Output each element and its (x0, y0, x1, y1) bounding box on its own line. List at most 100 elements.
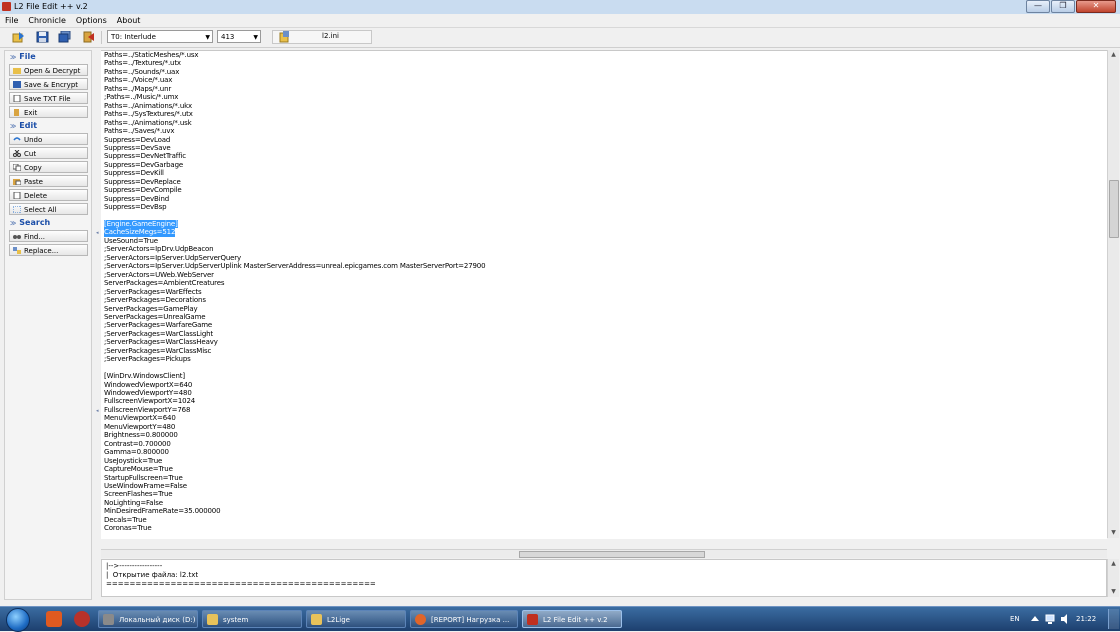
editor-horizontal-scrollbar[interactable] (101, 549, 1107, 558)
taskbar-item[interactable]: L2Lige (306, 610, 406, 628)
editor-line[interactable]: Paths=../Textures/*.utx (104, 59, 181, 67)
editor-line[interactable]: ;ServerPackages=WarClassMisc (104, 347, 211, 355)
close-button[interactable]: ✕ (1076, 0, 1116, 13)
text-editor[interactable] (101, 50, 1107, 539)
scroll-thumb[interactable] (1109, 180, 1119, 238)
editor-line[interactable]: Paths=../Saves/*.uvx (104, 127, 174, 135)
editor-line[interactable]: Suppress=DevCompile (104, 186, 182, 194)
scroll-down-icon[interactable]: ▼ (1108, 587, 1119, 597)
editor-line[interactable]: ;ServerPackages=WarfareGame (104, 321, 212, 329)
splitter-arrow-icon[interactable]: ◂ (96, 230, 100, 236)
editor-line[interactable]: Contrast=0.700000 (104, 440, 171, 448)
show-desktop-button[interactable] (1108, 609, 1119, 629)
editor-line[interactable]: Suppress=DevSave (104, 144, 171, 152)
editor-line[interactable]: WindowedViewportX=640 (104, 381, 192, 389)
search-section-header[interactable]: ≫ Search (5, 217, 91, 229)
quick-launch-icon[interactable] (74, 611, 90, 627)
editor-line[interactable]: UseSound=True (104, 237, 158, 245)
editor-line[interactable]: Paths=../Animations/*.usk (104, 119, 192, 127)
editor-line[interactable]: Paths=../StaticMeshes/*.usx (104, 51, 199, 59)
editor-line[interactable]: Gamma=0.800000 (104, 448, 169, 456)
language-indicator[interactable]: EN (1010, 607, 1020, 631)
editor-line[interactable]: Paths=../SysTextures/*.utx (104, 110, 193, 118)
editor-line[interactable]: ServerPackages=UnrealGame (104, 313, 206, 321)
quick-launch-icon[interactable] (46, 611, 62, 627)
paste-button[interactable]: Paste (9, 175, 88, 187)
clock[interactable]: 21:22 (1076, 607, 1096, 631)
editor-line[interactable]: ServerPackages=GamePlay (104, 305, 198, 313)
taskbar-item-active[interactable]: L2 File Edit ++ v.2 (522, 610, 622, 628)
editor-line[interactable]: ;ServerPackages=Pickups (104, 355, 191, 363)
editor-line[interactable]: FullscreenViewportX=1024 (104, 397, 195, 405)
editor-line[interactable]: Suppress=DevBsp (104, 203, 167, 211)
editor-line[interactable]: StartupFullscreen=True (104, 474, 183, 482)
editor-line[interactable]: Paths=../Maps/*.unr (104, 85, 171, 93)
editor-line[interactable]: Suppress=DevLoad (104, 136, 170, 144)
find-button[interactable]: Find... (9, 230, 88, 242)
scroll-up-icon[interactable]: ▲ (1108, 559, 1119, 569)
editor-line[interactable]: MenuViewportY=480 (104, 423, 175, 431)
scroll-down-icon[interactable]: ▼ (1108, 528, 1119, 538)
editor-line[interactable]: Paths=../Sounds/*.uax (104, 68, 179, 76)
taskbar-item[interactable]: [REPORT] Нагрузка ... (410, 610, 518, 628)
editor-line[interactable]: Suppress=DevKill (104, 169, 164, 177)
save-icon[interactable] (36, 31, 49, 43)
editor-line[interactable]: Brightness=0.800000 (104, 431, 178, 439)
editor-line[interactable]: UseJoystick=True (104, 457, 162, 465)
editor-line[interactable]: ;ServerPackages=WarEffects (104, 288, 202, 296)
splitter-arrow-icon[interactable]: ◂ (96, 408, 100, 414)
editor-line[interactable]: UseWindowFrame=False (104, 482, 187, 490)
editor-line[interactable]: NoLighting=False (104, 499, 163, 507)
save-encrypt-button[interactable]: Save & Encrypt (9, 78, 88, 90)
edit-section-header[interactable]: ≫ Edit (5, 120, 91, 132)
open-decrypt-icon[interactable] (12, 31, 25, 43)
editor-line[interactable]: Coronas=True (104, 524, 152, 532)
editor-line[interactable]: Suppress=DevBind (104, 195, 169, 203)
editor-line[interactable]: Suppress=DevGarbage (104, 161, 183, 169)
editor-line[interactable]: Decals=True (104, 516, 147, 524)
maximize-button[interactable]: ❐ (1051, 0, 1075, 13)
taskbar-item[interactable]: Локальный диск (D:) (98, 610, 198, 628)
editor-line[interactable]: Paths=../Animations/*.ukx (104, 102, 192, 110)
log-scrollbar[interactable]: ▲ ▼ (1107, 559, 1119, 597)
select-all-button[interactable]: Select All (9, 203, 88, 215)
editor-line[interactable]: ;ServerPackages=WarClassHeavy (104, 338, 218, 346)
exit-button[interactable]: Exit (9, 106, 88, 118)
chronicle-select[interactable]: T0: Interlude ▼ (107, 30, 213, 43)
menu-options[interactable]: Options (71, 14, 112, 27)
menu-chronicle[interactable]: Chronicle (23, 14, 71, 27)
editor-line[interactable]: [WinDrv.WindowsClient] (104, 372, 185, 380)
editor-line[interactable]: ;ServerActors=IpServer.UdpServerQuery (104, 254, 241, 262)
network-icon[interactable] (1045, 613, 1057, 625)
editor-line[interactable]: Paths=../Voice/*.uax (104, 76, 172, 84)
menu-file[interactable]: File (0, 14, 23, 27)
cut-button[interactable]: Cut (9, 147, 88, 159)
editor-line[interactable]: Suppress=DevReplace (104, 178, 181, 186)
menu-about[interactable]: About (112, 14, 146, 27)
open-decrypt-button[interactable]: Open & Decrypt (9, 64, 88, 76)
scroll-up-icon[interactable]: ▲ (1108, 50, 1119, 60)
minimize-button[interactable]: — (1026, 0, 1050, 13)
editor-line[interactable]: ServerPackages=AmbientCreatures (104, 279, 225, 287)
editor-line[interactable]: ;ServerActors=IpServer.UdpServerUplink M… (104, 262, 486, 270)
save-txt-button[interactable]: Save TXT File (9, 92, 88, 104)
editor-line[interactable]: [Engine.GameEngine] (104, 220, 178, 229)
taskbar-item[interactable]: system (202, 610, 302, 628)
replace-button[interactable]: Replace... (9, 244, 88, 256)
start-button[interactable] (4, 607, 30, 632)
save-all-icon[interactable] (58, 31, 71, 43)
editor-line[interactable]: Suppress=DevNetTraffic (104, 152, 186, 160)
protocol-select[interactable]: 413 ▼ (217, 30, 261, 43)
editor-line[interactable]: MinDesiredFrameRate=35.000000 (104, 507, 221, 515)
delete-button[interactable]: Delete (9, 189, 88, 201)
volume-icon[interactable] (1060, 613, 1072, 625)
editor-line[interactable]: ;ServerActors=IpDrv.UdpBeacon (104, 245, 214, 253)
editor-vertical-scrollbar[interactable]: ▲ ▼ (1107, 50, 1119, 538)
exit-icon[interactable] (82, 31, 95, 43)
editor-line[interactable]: MenuViewportX=640 (104, 414, 176, 422)
undo-button[interactable]: Undo (9, 133, 88, 145)
editor-line[interactable]: ScreenFlashes=True (104, 490, 173, 498)
editor-line[interactable]: CaptureMouse=True (104, 465, 173, 473)
editor-line[interactable]: WindowedViewportY=480 (104, 389, 192, 397)
editor-line[interactable]: ;ServerPackages=WarClassLight (104, 330, 213, 338)
